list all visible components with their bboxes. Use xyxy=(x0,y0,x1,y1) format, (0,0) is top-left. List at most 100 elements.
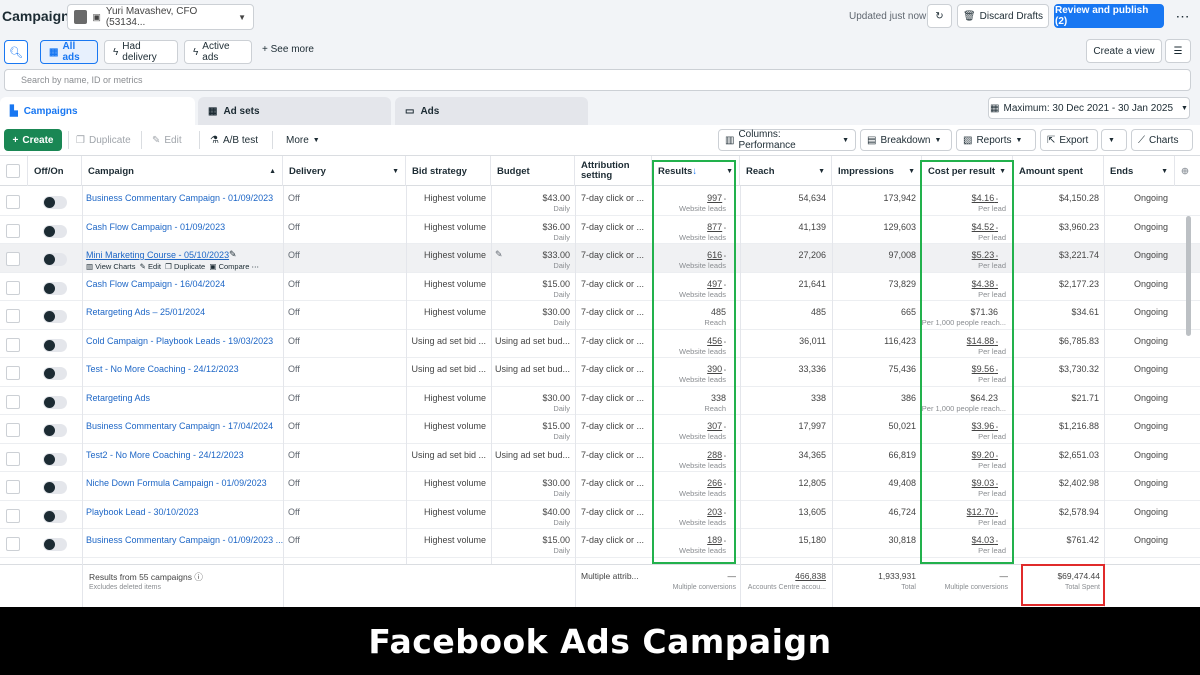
on-off-toggle[interactable] xyxy=(43,196,67,209)
on-off-toggle[interactable] xyxy=(43,338,67,352)
divider xyxy=(1104,186,1105,607)
export-button[interactable]: ⇱ Export xyxy=(1040,129,1098,151)
row-checkbox[interactable] xyxy=(6,451,20,466)
edit-link[interactable]: Edit xyxy=(148,262,161,271)
table-row[interactable]: Test2 - No More Coaching - 24/12/2023 Off… xyxy=(0,444,1200,472)
see-more-filters[interactable]: + See more xyxy=(262,44,314,55)
row-checkbox[interactable] xyxy=(6,480,20,494)
col-amount-spent[interactable]: Amount spent xyxy=(1013,156,1104,186)
on-off-toggle[interactable] xyxy=(43,509,67,523)
caption-banner: Facebook Ads Campaign xyxy=(0,607,1200,675)
row-checkbox[interactable] xyxy=(6,223,20,238)
total-spent-highlight-box xyxy=(1021,564,1105,606)
on-off-toggle[interactable] xyxy=(43,452,67,466)
ab-test-button[interactable]: ⚗ A/B test xyxy=(204,129,264,151)
date-range-picker[interactable]: ▦ Maximum: 30 Dec 2021 - 30 Jan 2025 ▼ xyxy=(988,97,1190,119)
table-row[interactable]: Business Commentary Campaign - 17/04/202… xyxy=(0,415,1200,444)
table-row[interactable]: Retargeting Ads – 25/01/2024 Off Highest v… xyxy=(0,301,1200,330)
row-checkbox[interactable] xyxy=(6,309,20,323)
campaign-name-link[interactable]: Business Commentary Campaign - 01/09/202… xyxy=(86,535,283,563)
row-checkbox[interactable] xyxy=(6,280,20,295)
col-impressions[interactable]: Impressions ▼ xyxy=(832,156,922,186)
refresh-button[interactable]: ↻ xyxy=(927,4,952,28)
row-checkbox[interactable] xyxy=(6,423,20,437)
review-publish-button[interactable]: Review and publish (2) xyxy=(1054,4,1164,28)
reports-dropdown[interactable]: ▧ Reports ▼ xyxy=(956,129,1036,151)
chevron-down-icon: ▼ xyxy=(842,136,849,144)
col-campaign[interactable]: Campaign ▲ xyxy=(82,156,283,186)
table-row[interactable]: Cash Flow Campaign - 01/09/2023 Off Highes… xyxy=(0,216,1200,244)
table-row[interactable]: Cash Flow Campaign - 16/04/2024 Off Highes… xyxy=(0,273,1200,301)
duplicate-button[interactable]: ❐ Duplicate xyxy=(70,129,137,151)
row-checkbox[interactable] xyxy=(6,195,20,209)
filter-active-ads[interactable]: ϟ Active ads xyxy=(184,40,252,64)
tab-campaigns[interactable]: ▙ Campaigns xyxy=(0,97,195,125)
reach-value: 15,180 xyxy=(798,535,826,545)
more-button[interactable]: More ▼ xyxy=(280,129,326,151)
row-checkbox[interactable] xyxy=(6,252,20,266)
col-ends[interactable]: Ends ▼ xyxy=(1104,156,1175,186)
breakdown-dropdown[interactable]: ▤ Breakdown ▼ xyxy=(860,129,952,151)
export-options-dropdown[interactable]: ▼ xyxy=(1101,129,1127,151)
filter-had-delivery[interactable]: ϟ Had delivery xyxy=(104,40,178,64)
on-off-toggle[interactable] xyxy=(43,253,67,266)
col-budget[interactable]: Budget xyxy=(491,156,575,186)
on-off-toggle[interactable] xyxy=(43,281,67,295)
column-settings-icon[interactable]: ⊕ xyxy=(1175,156,1200,186)
on-off-toggle[interactable] xyxy=(43,310,67,323)
col-campaign-label: Campaign xyxy=(88,165,134,177)
discard-drafts-button[interactable]: 🗑 Discard Drafts xyxy=(957,4,1049,28)
table-row[interactable]: Retargeting Ads Off Highest volume $30.00 Da… xyxy=(0,387,1200,415)
account-name: Yuri Mavashev, CFO (53134... xyxy=(105,6,198,28)
vertical-scrollbar[interactable] xyxy=(1186,216,1191,336)
row-checkbox[interactable] xyxy=(6,508,20,523)
search-input[interactable]: Search by name, ID or metrics xyxy=(4,69,1191,91)
create-button[interactable]: + Create xyxy=(4,129,62,151)
col-attribution[interactable]: Attribution setting xyxy=(575,156,652,186)
charts-button[interactable]: ⟋ Charts xyxy=(1131,129,1193,151)
table-row[interactable]: Cold Campaign - Playbook Leads - 19/03/2… xyxy=(0,330,1200,358)
account-selector[interactable]: ▣ Yuri Mavashev, CFO (53134... ▼ xyxy=(67,4,254,30)
tab-ad-sets[interactable]: ▦ Ad sets xyxy=(198,97,391,125)
create-view-button[interactable]: Create a view xyxy=(1086,39,1162,63)
on-off-toggle[interactable] xyxy=(43,224,67,238)
more-options-icon[interactable]: ⋯ xyxy=(1170,4,1195,28)
sliders-icon[interactable]: ☰ xyxy=(1165,39,1191,63)
on-off-toggle[interactable] xyxy=(43,481,67,494)
on-off-toggle[interactable] xyxy=(43,538,67,551)
table-row[interactable]: Business Commentary Campaign - 01/09/202… xyxy=(0,187,1200,216)
select-all-checkbox[interactable] xyxy=(6,164,20,178)
divider xyxy=(68,131,69,149)
edit-button[interactable]: ✎ Edit xyxy=(146,129,188,151)
tab-ads[interactable]: ▭ Ads xyxy=(395,97,588,125)
chart-icon: ⟋ xyxy=(1138,134,1145,146)
filter-all-ads[interactable]: ▦ All ads xyxy=(40,40,98,64)
duplicate-link[interactable]: Duplicate xyxy=(174,262,205,271)
view-charts-link[interactable]: View Charts xyxy=(95,262,135,271)
table-row[interactable]: Business Commentary Campaign - 01/09/202… xyxy=(0,529,1200,558)
table-row[interactable]: Niche Down Formula Campaign - 01/09/2023… xyxy=(0,472,1200,501)
divider xyxy=(740,186,741,607)
on-off-toggle[interactable] xyxy=(43,424,67,437)
amount-spent-value: $761.42 xyxy=(1066,535,1099,545)
chevron-down-icon: ▼ xyxy=(1015,136,1023,144)
col-bid-strategy[interactable]: Bid strategy xyxy=(406,156,491,186)
on-off-toggle[interactable] xyxy=(43,395,67,409)
compare-link[interactable]: Compare xyxy=(219,262,250,271)
row-checkbox[interactable] xyxy=(6,366,20,380)
search-toggle-button[interactable]: 🔍︎ xyxy=(4,40,28,64)
attribution-setting: 7-day click or ... xyxy=(581,535,645,545)
columns-dropdown[interactable]: ▥ Columns: Performance ▼ xyxy=(718,129,856,151)
sort-icon: ▲ xyxy=(269,167,276,175)
table-row[interactable]: Test - No More Coaching - 24/12/2023 Off U… xyxy=(0,358,1200,387)
on-off-toggle[interactable] xyxy=(43,367,67,380)
select-all-cell xyxy=(0,156,28,186)
col-reach[interactable]: Reach ▼ xyxy=(740,156,832,186)
row-checkbox[interactable] xyxy=(6,394,20,409)
table-row[interactable]: Playbook Lead - 30/10/2023 Off Highest vol… xyxy=(0,501,1200,529)
row-checkbox[interactable] xyxy=(6,337,20,352)
table-row[interactable]: Mini Marketing Course - 05/10/2023 ✎ ▥ Vie… xyxy=(0,244,1200,273)
col-delivery[interactable]: Delivery ▼ xyxy=(283,156,406,186)
row-checkbox[interactable] xyxy=(6,537,20,551)
more-icon[interactable]: ⋯ xyxy=(249,262,260,271)
